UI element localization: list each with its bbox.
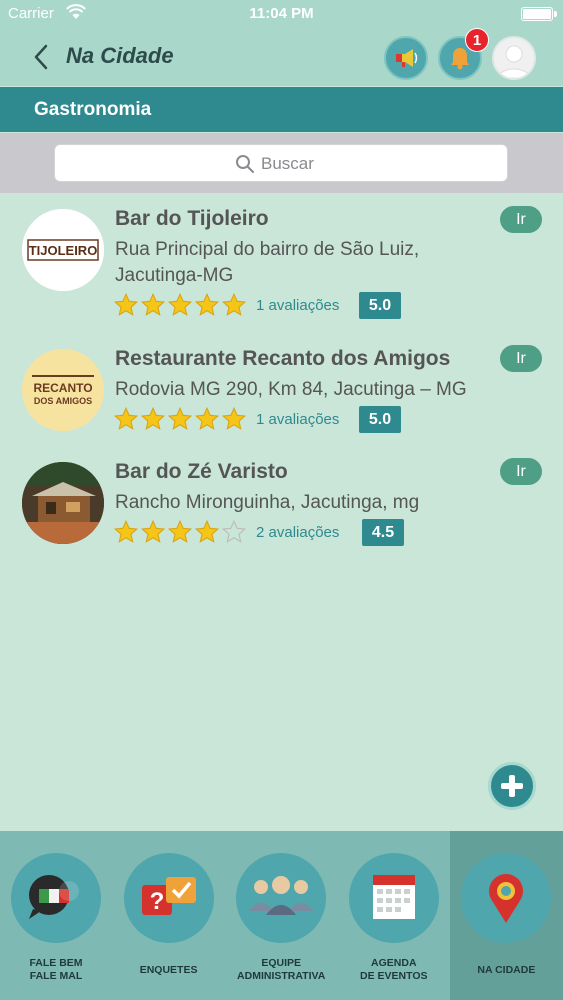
star-filled-icon xyxy=(140,519,166,543)
star-filled-icon xyxy=(140,406,166,430)
rating-stars xyxy=(113,406,247,432)
list-item[interactable]: RECANTO DOS AMIGOS Restaurante Recanto d… xyxy=(0,333,563,445)
score-badge: 5.0 xyxy=(359,406,401,433)
score-badge: 5.0 xyxy=(359,292,401,319)
user-avatar-icon xyxy=(497,45,531,78)
place-thumbnail: TIJOLEIRO xyxy=(22,209,104,291)
team-icon xyxy=(236,853,327,943)
notification-badge: 1 xyxy=(465,28,489,52)
add-place-button[interactable] xyxy=(488,762,536,810)
recanto-logo-icon: RECANTO DOS AMIGOS xyxy=(22,349,104,431)
search-bar xyxy=(0,133,563,193)
list-item[interactable]: TIJOLEIRO Bar do Tijoleiro Rua Principal… xyxy=(0,193,563,319)
search-input[interactable] xyxy=(261,150,461,178)
tab-fale-bem-fale-mal[interactable]: FALE BEM FALE MAL xyxy=(0,831,113,1000)
place-address: Rodovia MG 290, Km 84, Jacutinga – MG xyxy=(115,379,467,400)
star-filled-icon xyxy=(194,519,220,543)
bar-photo-icon xyxy=(22,462,104,544)
star-filled-icon xyxy=(167,292,193,316)
star-filled-icon xyxy=(167,519,193,543)
chevron-left-icon xyxy=(34,44,48,70)
search-icon xyxy=(236,155,254,173)
category-title: Gastronomia xyxy=(34,99,152,120)
status-bar: Carrier 11:04 PM xyxy=(0,0,563,28)
avatar[interactable] xyxy=(492,36,536,80)
tab-label: AGENDA DE EVENTOS xyxy=(360,957,428,982)
star-filled-icon xyxy=(194,292,220,316)
reviews-link[interactable]: 2 avaliações xyxy=(256,524,339,541)
star-filled-icon xyxy=(140,292,166,316)
calendar-icon xyxy=(348,853,439,943)
star-filled-icon xyxy=(221,292,247,316)
tab-agenda-de-eventos[interactable]: AGENDA DE EVENTOS xyxy=(338,831,451,1000)
tab-equipe-administrativa[interactable]: EQUIPE ADMINISTRATIVA xyxy=(225,831,338,1000)
tab-na-cidade[interactable]: NA CIDADE xyxy=(450,831,563,1000)
star-filled-icon xyxy=(113,406,139,430)
star-filled-icon xyxy=(113,519,139,543)
rating-stars xyxy=(113,292,247,318)
page-title: Na Cidade xyxy=(66,43,174,68)
tab-label: ENQUETES xyxy=(139,964,198,976)
megaphone-icon xyxy=(396,49,418,67)
star-filled-icon xyxy=(167,406,193,430)
poll-icon: ? xyxy=(123,853,214,943)
category-header: Gastronomia xyxy=(0,87,563,132)
tab-label: EQUIPE ADMINISTRATIVA xyxy=(237,957,326,982)
svg-text:RECANTO: RECANTO xyxy=(33,381,92,395)
place-thumbnail: RECANTO DOS AMIGOS xyxy=(22,349,104,431)
star-empty-icon xyxy=(221,519,247,543)
go-button[interactable]: Ir xyxy=(500,345,542,372)
nav-bar: Na Cidade 1 xyxy=(0,28,563,86)
place-address: Rua Principal do bairro de São Luiz, Jac… xyxy=(115,239,420,286)
tab-bar: FALE BEM FALE MAL ? ENQUETES EQUIPE ADMINI… xyxy=(0,831,563,1000)
svg-text:?: ? xyxy=(149,888,164,915)
megaphone-button[interactable] xyxy=(384,36,428,80)
search-field[interactable] xyxy=(54,144,508,182)
score-badge: 4.5 xyxy=(362,519,404,546)
place-name: Restaurante Recanto dos Amigos xyxy=(115,347,451,370)
tab-enquetes[interactable]: ? ENQUETES xyxy=(113,831,226,1000)
back-button[interactable] xyxy=(28,40,58,74)
go-button[interactable]: Ir xyxy=(500,458,542,485)
reviews-link[interactable]: 1 avaliações xyxy=(256,411,339,428)
place-name: Bar do Zé Varisto xyxy=(115,460,288,483)
star-filled-icon xyxy=(113,292,139,316)
list-item[interactable]: Bar do Zé Varisto Rancho Mironguinha, Ja… xyxy=(0,446,563,558)
go-button[interactable]: Ir xyxy=(500,206,542,233)
clock: 11:04 PM xyxy=(249,5,314,22)
place-thumbnail xyxy=(22,462,104,544)
chat-bubbles-icon xyxy=(11,853,101,943)
place-name: Bar do Tijoleiro xyxy=(115,207,269,230)
battery-icon xyxy=(521,7,557,21)
reviews-link[interactable]: 1 avaliações xyxy=(256,297,339,314)
tab-label: FALE BEM FALE MAL xyxy=(29,957,83,982)
tijoleiro-logo-icon: TIJOLEIRO xyxy=(22,209,104,291)
map-pin-icon xyxy=(461,853,552,943)
star-filled-icon xyxy=(221,406,247,430)
svg-text:TIJOLEIRO: TIJOLEIRO xyxy=(29,243,98,258)
rating-stars xyxy=(113,519,247,545)
svg-text:DOS AMIGOS: DOS AMIGOS xyxy=(34,396,92,406)
tab-label: NA CIDADE xyxy=(477,964,536,976)
place-address: Rancho Mironguinha, Jacutinga, mg xyxy=(115,492,420,513)
star-filled-icon xyxy=(194,406,220,430)
